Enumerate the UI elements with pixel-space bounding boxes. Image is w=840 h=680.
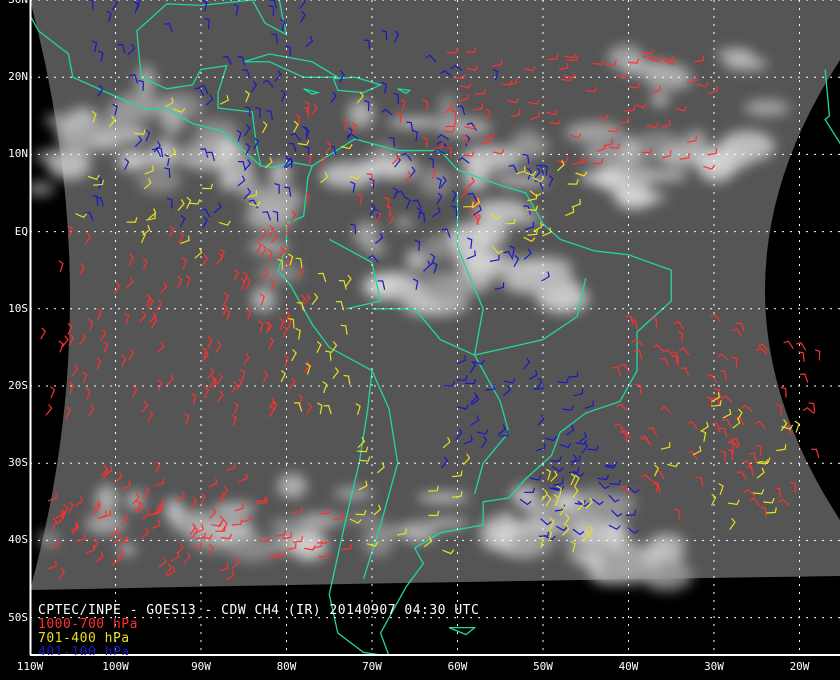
lat-label: 20S <box>8 379 28 392</box>
lon-label: 100W <box>102 660 129 673</box>
cloud <box>723 57 768 71</box>
legend-high-level: 401-100 hPa <box>38 645 130 655</box>
satellite-map <box>0 0 840 680</box>
cloud <box>395 217 414 229</box>
cloud <box>347 100 374 128</box>
cloud <box>456 250 499 274</box>
cloud <box>34 148 93 164</box>
lat-label: 30N <box>2 0 28 6</box>
lon-label: 90W <box>191 660 211 673</box>
cloud <box>212 502 257 514</box>
cloud <box>105 111 134 138</box>
cloud <box>225 535 279 562</box>
cloud <box>199 541 230 552</box>
cloud <box>136 64 156 99</box>
lon-label: 20W <box>789 660 810 673</box>
lon-label: 70W <box>362 660 382 673</box>
cloud <box>164 498 184 523</box>
cloud <box>644 70 693 91</box>
cloud <box>299 512 344 528</box>
cloud <box>218 169 238 190</box>
cloud <box>137 168 182 194</box>
cloud <box>601 547 644 574</box>
cloud <box>436 117 492 138</box>
lat-label: 30S <box>8 456 28 470</box>
lat-label: 10S <box>8 301 28 315</box>
cloud <box>183 138 222 162</box>
cloud <box>432 273 474 299</box>
legend-low-level: 1000-700 hPa <box>38 617 138 632</box>
cloud <box>391 277 426 299</box>
lon-label: 40W <box>618 660 639 673</box>
lat-label: 40S <box>8 533 28 547</box>
lat-label: 10N <box>8 147 28 161</box>
legend-mid-level: 701-400 hPa <box>38 631 130 646</box>
lat-label: 50S <box>8 610 28 624</box>
cloud <box>438 93 457 122</box>
cloud <box>463 159 490 192</box>
cloud <box>640 559 693 592</box>
lon-label: 30W <box>704 660 724 673</box>
cloud <box>509 530 556 557</box>
lon-label: 110W <box>16 660 44 673</box>
cloud <box>651 93 669 107</box>
lat-label: EQ <box>14 224 28 238</box>
cloud <box>117 150 145 171</box>
cloud <box>570 495 630 527</box>
cloud <box>95 484 118 514</box>
cloud <box>580 169 632 186</box>
cloud <box>410 521 438 538</box>
cloud <box>277 473 307 499</box>
lon-label: 80W <box>276 660 297 673</box>
cloud <box>405 248 425 271</box>
cloud <box>565 121 623 144</box>
cloud <box>743 99 790 117</box>
cloud <box>519 266 575 293</box>
cloud <box>418 166 453 196</box>
lat-label: 20N <box>8 70 28 84</box>
cloud <box>578 555 599 567</box>
cloud <box>353 221 379 248</box>
cloud <box>44 114 79 127</box>
lon-label: 60W <box>447 660 468 673</box>
cloud <box>387 117 443 128</box>
map-title: CPTEC/INPE - GOES13 - CDW CH4 (IR) 20140… <box>38 603 480 618</box>
lon-label: 50W <box>533 660 553 673</box>
cloud <box>38 530 59 547</box>
cloud <box>562 537 584 549</box>
